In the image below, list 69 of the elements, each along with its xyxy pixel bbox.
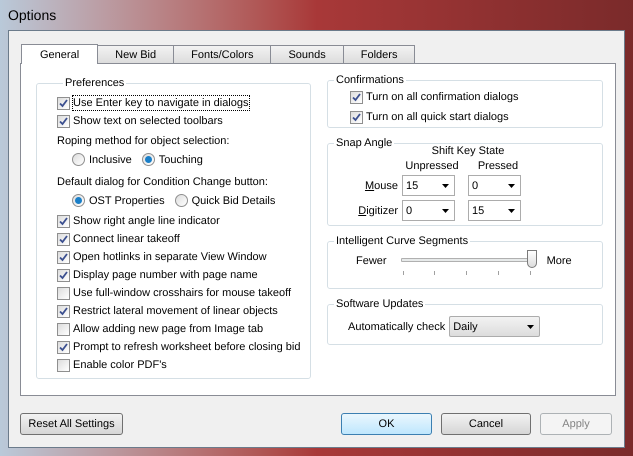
angle-dropdown[interactable]: 15 <box>402 175 455 196</box>
dropdown-arrow-icon <box>442 184 449 188</box>
radio-button[interactable] <box>72 153 85 166</box>
checkbox[interactable] <box>57 96 70 110</box>
checkbox-label: Turn on all quick start dialogs <box>366 110 509 124</box>
tab[interactable]: New Bid <box>97 45 174 63</box>
checkbox-label: Connect linear takeoff <box>73 232 180 246</box>
slider-min-label: Fewer <box>356 254 387 268</box>
radio-label: Inclusive <box>89 152 132 166</box>
dropdown-arrow-icon <box>508 208 515 212</box>
checkbox[interactable] <box>57 250 70 264</box>
checkbox[interactable] <box>57 322 70 336</box>
dropdown-arrow-icon <box>527 324 534 328</box>
window-title: Options <box>8 8 56 22</box>
angle-dropdown[interactable]: 15 <box>468 200 521 221</box>
column-header: Unpressed <box>404 159 460 173</box>
group-title: Software Updates <box>335 297 424 311</box>
row-label: Mouse <box>364 178 399 192</box>
radio-label: OST Properties <box>89 194 165 208</box>
checkbox-label: Show right angle line indicator <box>73 214 220 228</box>
checkbox-label: Turn on all confirmation dialogs <box>366 90 518 104</box>
dialog-button[interactable]: Cancel <box>441 413 531 435</box>
radio-button[interactable] <box>72 194 85 207</box>
slider-thumb[interactable] <box>526 250 537 268</box>
angle-dropdown[interactable]: 0 <box>402 200 455 221</box>
checkbox-label: Prompt to refresh worksheet before closing bid <box>73 340 300 354</box>
checkbox[interactable] <box>57 232 70 246</box>
checkbox[interactable] <box>57 214 70 228</box>
dialog-button[interactable]: OK <box>341 413 432 435</box>
checkbox-label: Show text on selected toolbars <box>73 114 223 128</box>
update-frequency-dropdown[interactable]: Daily <box>449 316 540 337</box>
field-label: Automatically check <box>348 320 446 334</box>
checkbox-label: Use full-window crosshairs for mouse takeoff <box>73 286 292 300</box>
slider-max-label: More <box>546 254 572 268</box>
radio-label: Touching <box>158 152 203 166</box>
dropdown-arrow-icon <box>442 208 449 212</box>
checkbox[interactable] <box>57 304 70 318</box>
radio-button[interactable] <box>142 153 155 166</box>
dialog-button[interactable]: Reset All Settings <box>20 413 123 435</box>
section-label: Default dialog for Condition Change button: <box>57 175 268 190</box>
checkbox-label: Restrict lateral movement of linear objects <box>73 304 278 318</box>
checkbox-label: Use Enter key to navigate in dialogs <box>73 96 248 110</box>
column-header: Shift Key State <box>430 144 506 159</box>
tab[interactable]: General <box>21 44 98 64</box>
checkbox-label: Enable color PDF's <box>73 358 167 372</box>
section-label: Roping method for object selection: <box>57 134 230 149</box>
checkbox[interactable] <box>57 340 70 354</box>
tab[interactable]: Fonts/Colors <box>173 45 272 63</box>
angle-dropdown[interactable]: 0 <box>468 175 521 196</box>
radio-label: Quick Bid Details <box>192 194 276 208</box>
checkbox[interactable] <box>57 286 70 300</box>
checkbox[interactable] <box>57 358 70 372</box>
dropdown-arrow-icon <box>508 184 515 188</box>
checkbox[interactable] <box>350 90 363 104</box>
checkbox-label: Open hotlinks in separate View Window <box>73 250 267 264</box>
group-title: Preferences <box>64 76 126 90</box>
tab[interactable]: Sounds <box>270 45 344 63</box>
radio-button[interactable] <box>174 194 188 207</box>
group-title: Snap Angle <box>335 136 394 150</box>
checkbox[interactable] <box>350 110 363 124</box>
group-title: Intelligent Curve Segments <box>335 234 470 248</box>
group-title: Confirmations <box>335 73 405 87</box>
checkbox-label: Display page number with page name <box>73 268 258 282</box>
checkbox[interactable] <box>57 114 70 128</box>
tab[interactable]: Folders <box>342 45 416 63</box>
checkbox-label: Allow adding new page from Image tab <box>73 322 264 336</box>
column-header: Pressed <box>476 159 520 173</box>
checkbox[interactable] <box>57 268 70 282</box>
row-label: Digitizer <box>357 204 399 218</box>
